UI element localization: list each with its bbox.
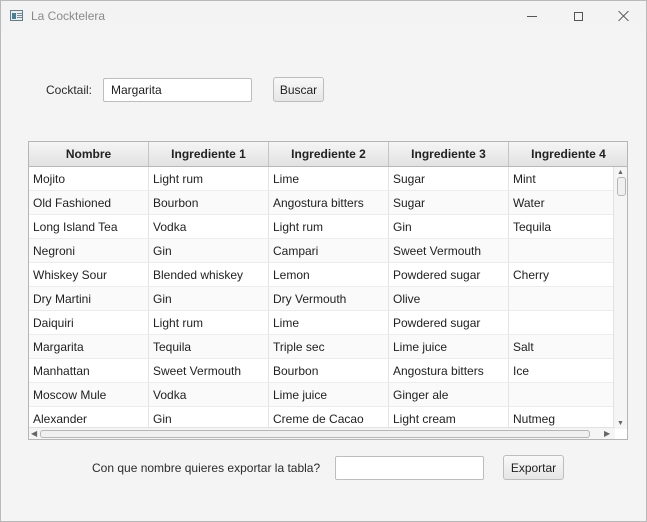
table-cell[interactable]: Tequila [509, 215, 613, 238]
table-cell[interactable]: Cherry [509, 263, 613, 286]
table-cell[interactable]: Olive [389, 287, 509, 310]
horizontal-scrollbar[interactable]: ◀ ▶ [29, 427, 615, 439]
cocktail-table: Nombre Ingrediente 1 Ingrediente 2 Ingredie… [28, 141, 628, 440]
table-header: Nombre Ingrediente 1 Ingrediente 2 Ingredie… [29, 142, 627, 167]
table-cell[interactable] [509, 239, 613, 262]
table-cell[interactable]: Bourbon [269, 359, 389, 382]
table-cell[interactable]: Angostura bitters [389, 359, 509, 382]
maximize-icon [573, 11, 583, 21]
table-row[interactable]: Manhattan Sweet Vermouth Bourbon Angostura … [29, 359, 613, 383]
table-cell[interactable]: Water [509, 191, 613, 214]
export-filename-input[interactable] [335, 456, 484, 480]
table-cell[interactable]: Light rum [269, 215, 389, 238]
table-cell[interactable]: Sweet Vermouth [389, 239, 509, 262]
table-cell[interactable]: Lime juice [269, 383, 389, 406]
column-header[interactable]: Ingrediente 2 [269, 142, 389, 166]
table-cell[interactable]: Ice [509, 359, 613, 382]
export-label: Con que nombre quieres exportar la tabla… [92, 461, 321, 475]
table-cell[interactable]: Gin [389, 215, 509, 238]
scroll-up-icon[interactable]: ▲ [617, 169, 624, 176]
table-cell[interactable]: Campari [269, 239, 389, 262]
vertical-scroll-thumb[interactable] [617, 177, 626, 196]
table-cell[interactable]: Lime [269, 167, 389, 190]
table-cell[interactable]: Old Fashioned [29, 191, 149, 214]
table-cell[interactable]: Triple sec [269, 335, 389, 358]
table-row[interactable]: Mojito Light rum Lime Sugar Mint [29, 167, 613, 191]
table-cell[interactable]: Powdered sugar [389, 263, 509, 286]
column-header[interactable]: Nombre [29, 142, 149, 166]
table-row[interactable]: Old Fashioned Bourbon Angostura bitters Sug… [29, 191, 613, 215]
table-row[interactable]: Moscow Mule Vodka Lime juice Ginger ale [29, 383, 613, 407]
table-cell[interactable] [509, 383, 613, 406]
table-cell[interactable]: Vodka [149, 215, 269, 238]
table-cell[interactable]: Dry Martini [29, 287, 149, 310]
column-header[interactable]: Ingrediente 4 [509, 142, 627, 166]
table-cell[interactable]: Light rum [149, 311, 269, 334]
export-button[interactable]: Exportar [503, 455, 564, 480]
table-row[interactable]: Long Island Tea Vodka Light rum Gin Tequila [29, 215, 613, 239]
table-cell[interactable]: Mint [509, 167, 613, 190]
vertical-scrollbar[interactable]: ▲ ▼ [613, 167, 627, 429]
table-cell[interactable]: Sugar [389, 191, 509, 214]
table-cell[interactable]: Salt [509, 335, 613, 358]
column-header[interactable]: Ingrediente 1 [149, 142, 269, 166]
table-cell[interactable]: Blended whiskey [149, 263, 269, 286]
column-header[interactable]: Ingrediente 3 [389, 142, 509, 166]
app-window-icon [10, 10, 23, 21]
table-cell[interactable]: Gin [149, 287, 269, 310]
scroll-right-icon[interactable]: ▶ [604, 429, 610, 438]
table-cell[interactable] [509, 287, 613, 310]
table-cell[interactable]: Daiquiri [29, 311, 149, 334]
table-cell[interactable]: Margarita [29, 335, 149, 358]
table-row[interactable]: Margarita Tequila Triple sec Lime juice Salt [29, 335, 613, 359]
scroll-left-icon[interactable]: ◀ [31, 429, 37, 438]
horizontal-scroll-thumb[interactable] [40, 430, 590, 438]
scroll-down-icon[interactable]: ▼ [617, 420, 624, 427]
table-cell[interactable]: Negroni [29, 239, 149, 262]
cocktail-label: Cocktail: [46, 83, 93, 97]
table-cell[interactable]: Dry Vermouth [269, 287, 389, 310]
table-cell[interactable]: Moscow Mule [29, 383, 149, 406]
close-button[interactable] [601, 1, 647, 31]
table-cell[interactable]: Lime juice [389, 335, 509, 358]
table-cell[interactable]: Ginger ale [389, 383, 509, 406]
table-cell[interactable]: Sugar [389, 167, 509, 190]
cocktail-search-input[interactable] [103, 78, 252, 102]
table-cell[interactable]: Tequila [149, 335, 269, 358]
table-cell[interactable]: Sweet Vermouth [149, 359, 269, 382]
table-cell[interactable]: Gin [149, 239, 269, 262]
title-bar: La Cocktelera [1, 1, 646, 31]
table-cell[interactable]: Light rum [149, 167, 269, 190]
minimize-icon [527, 15, 537, 17]
table-cell[interactable]: Mojito [29, 167, 149, 190]
table-cell[interactable]: Long Island Tea [29, 215, 149, 238]
table-cell[interactable]: Lemon [269, 263, 389, 286]
minimize-button[interactable] [509, 1, 555, 31]
table-row[interactable]: Daiquiri Light rum Lime Powdered sugar [29, 311, 613, 335]
table-cell[interactable]: Whiskey Sour [29, 263, 149, 286]
close-icon [618, 10, 630, 22]
table-row[interactable]: Whiskey Sour Blended whiskey Lemon Powdered… [29, 263, 613, 287]
table-cell[interactable]: Manhattan [29, 359, 149, 382]
maximize-button[interactable] [555, 1, 601, 31]
table-cell[interactable] [509, 311, 613, 334]
table-cell[interactable]: Bourbon [149, 191, 269, 214]
table-row[interactable]: Negroni Gin Campari Sweet Vermouth [29, 239, 613, 263]
table-cell[interactable]: Lime [269, 311, 389, 334]
search-button[interactable]: Buscar [273, 77, 324, 102]
table-cell[interactable]: Vodka [149, 383, 269, 406]
table-row[interactable]: Dry Martini Gin Dry Vermouth Olive [29, 287, 613, 311]
app-window: La Cocktelera Cocktail: Buscar NombreIng… [0, 0, 647, 522]
table-cell[interactable]: Powdered sugar [389, 311, 509, 334]
table-cell[interactable]: Angostura bitters [269, 191, 389, 214]
window-title: La Cocktelera [31, 9, 106, 23]
table-body: Mojito Light rum Lime Sugar Mint Old Fashione… [29, 167, 613, 431]
